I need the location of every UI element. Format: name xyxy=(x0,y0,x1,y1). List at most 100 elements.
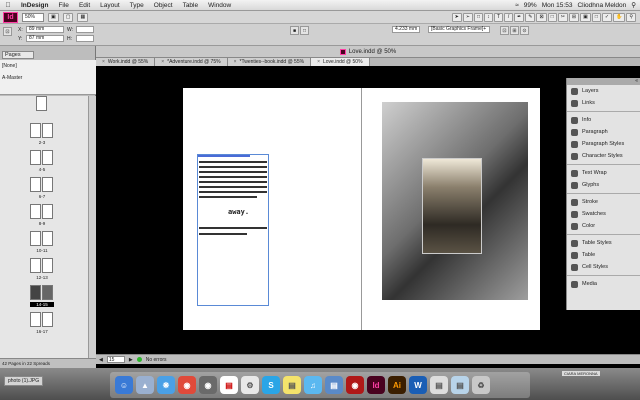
panel-collapse-icon[interactable]: « xyxy=(567,78,640,85)
panel-color[interactable]: Color xyxy=(567,220,640,232)
line-tool-icon[interactable]: / xyxy=(504,12,514,22)
menu-type[interactable]: Type xyxy=(125,2,149,9)
safari-icon[interactable]: ❋ xyxy=(157,376,175,394)
panel-glyphs[interactable]: Glyphs xyxy=(567,179,640,191)
close-tab-icon[interactable]: × xyxy=(161,58,164,66)
type-tool-icon[interactable]: T xyxy=(494,12,504,22)
preview-icon[interactable]: ▤ xyxy=(325,376,343,394)
panel-layers[interactable]: Layers xyxy=(567,85,640,97)
trash-icon[interactable]: ♻ xyxy=(472,376,490,394)
menu-table[interactable]: Table xyxy=(178,2,204,9)
close-tab-icon[interactable]: × xyxy=(317,58,320,66)
chrome-icon[interactable]: ◉ xyxy=(178,376,196,394)
spread-thumbnail[interactable]: 12-13 xyxy=(30,258,60,280)
zoom-tool-icon[interactable]: ⚲ xyxy=(626,12,636,22)
width-field[interactable] xyxy=(76,26,94,33)
panel-swatches[interactable]: Swatches xyxy=(567,208,640,220)
pen-tool-icon[interactable]: ✒ xyxy=(514,12,525,22)
notes-icon[interactable]: ▤ xyxy=(283,376,301,394)
spread-thumbnail[interactable]: 4-5 xyxy=(30,150,60,172)
indesign-dock-icon[interactable]: Id xyxy=(367,376,385,394)
stroke-swatch-icon[interactable]: □ xyxy=(300,26,309,35)
stroke-weight-field[interactable]: 4.233 mm xyxy=(392,26,420,33)
prev-page-icon[interactable]: ◀ xyxy=(99,357,103,363)
documents-stack-icon[interactable]: ▤ xyxy=(451,376,469,394)
panel-paragraph-styles[interactable]: Paragraph Styles xyxy=(567,138,640,150)
object-style-select[interactable]: [Basic Graphics Frame]+ xyxy=(428,26,490,33)
menu-window[interactable]: Window xyxy=(203,2,236,9)
menu-object[interactable]: Object xyxy=(149,2,178,9)
spread-thumbnail[interactable]: 16-17 xyxy=(30,312,60,334)
text-frame[interactable]: away. xyxy=(197,154,269,306)
left-page[interactable]: away. xyxy=(183,88,361,330)
photo-booth-icon[interactable]: ◉ xyxy=(199,376,217,394)
panel-links[interactable]: Links xyxy=(567,97,640,109)
direct-selection-tool-icon[interactable]: ➢ xyxy=(462,12,473,22)
height-field[interactable] xyxy=(76,35,94,42)
page-number-field[interactable]: 15 xyxy=(106,356,125,363)
fit-content-icon[interactable]: ⊡ xyxy=(500,26,509,35)
fit-frame-icon[interactable]: ⊞ xyxy=(510,26,519,35)
inset-photo[interactable] xyxy=(422,158,482,254)
center-content-icon[interactable]: ⊙ xyxy=(520,26,529,35)
close-tab-icon[interactable]: × xyxy=(102,58,105,66)
panel-text-wrap[interactable]: Text Wrap xyxy=(567,167,640,179)
zoom-field[interactable]: 50% xyxy=(22,12,44,22)
next-page-icon[interactable]: ▶ xyxy=(129,357,133,363)
panel-paragraph[interactable]: Paragraph xyxy=(567,126,640,138)
y-position-field[interactable]: 87 mm xyxy=(26,35,64,42)
master-none[interactable]: [None] xyxy=(0,60,96,72)
panel-table[interactable]: Table xyxy=(567,249,640,261)
menu-app-name[interactable]: InDesign xyxy=(16,2,53,9)
right-page[interactable] xyxy=(362,88,540,330)
selection-tool-icon[interactable]: ➤ xyxy=(451,12,462,22)
tab-twenties-book[interactable]: × *Twenties--book.indd @ 55% xyxy=(227,58,312,66)
document-canvas[interactable]: away. xyxy=(96,66,561,360)
apple-icon[interactable]:  xyxy=(0,2,16,9)
finder-icon[interactable]: ☺ xyxy=(115,376,133,394)
pencil-tool-icon[interactable]: ✎ xyxy=(525,12,536,22)
rectangle-frame-tool-icon[interactable]: ⊠ xyxy=(536,12,547,22)
calendar-icon[interactable]: ▤ xyxy=(220,376,238,394)
spread-thumbnail[interactable]: 6-7 xyxy=(30,177,60,199)
gap-tool-icon[interactable]: ↕ xyxy=(484,12,494,22)
menu-edit[interactable]: Edit xyxy=(74,2,95,9)
battery-label[interactable]: 99% xyxy=(524,2,537,9)
desktop-file-label[interactable]: photo (1).JPG xyxy=(4,376,44,386)
panel-media[interactable]: Media xyxy=(567,278,640,290)
panel-table-styles[interactable]: Table Styles xyxy=(567,237,640,249)
arrange-documents-button[interactable]: ▦ xyxy=(77,12,89,22)
user-label[interactable]: Cliodhna Meldon xyxy=(577,2,626,9)
panel-info[interactable]: Info xyxy=(567,114,640,126)
spread-thumbnail[interactable]: 8-9 xyxy=(30,204,60,226)
note-tool-icon[interactable]: □ xyxy=(591,12,601,22)
spread-thumbnail[interactable]: 10-11 xyxy=(30,231,60,253)
reference-point-icon[interactable]: ⊡ xyxy=(3,27,12,36)
skype-icon[interactable]: S xyxy=(262,376,280,394)
pages-panel-tab[interactable]: Pages xyxy=(2,51,34,59)
tab-adventure[interactable]: × *Adventure.indd @ 75% xyxy=(155,58,228,66)
menu-file[interactable]: File xyxy=(53,2,73,9)
system-preferences-icon[interactable]: ⚙ xyxy=(241,376,259,394)
itunes-icon[interactable]: ♫ xyxy=(304,376,322,394)
eyedropper-tool-icon[interactable]: ✓ xyxy=(601,12,613,22)
spread-thumbnail-1[interactable] xyxy=(30,96,60,113)
spread-thumbnail[interactable]: 2-3 xyxy=(30,123,60,145)
panel-stroke[interactable]: Stroke xyxy=(567,196,640,208)
spread-thumbnail-selected[interactable]: 14-15 xyxy=(30,285,60,307)
gradient-tool-icon[interactable]: ▣ xyxy=(580,12,591,22)
scissors-tool-icon[interactable]: ✂ xyxy=(557,12,568,22)
clock-label[interactable]: Mon 15:53 xyxy=(542,2,573,9)
pages-scrollbar[interactable] xyxy=(88,96,96,358)
preflight-status-text[interactable]: No errors xyxy=(146,357,167,363)
fill-swatch-icon[interactable]: ■ xyxy=(290,26,299,35)
tab-love[interactable]: × Love.indd @ 50% xyxy=(311,58,370,66)
close-tab-icon[interactable]: × xyxy=(234,58,237,66)
word-dock-icon[interactable]: W xyxy=(409,376,427,394)
launchpad-icon[interactable]: ▲ xyxy=(136,376,154,394)
transform-tool-icon[interactable]: ⊞ xyxy=(568,12,580,22)
illustrator-dock-icon[interactable]: Ai xyxy=(388,376,406,394)
menu-layout[interactable]: Layout xyxy=(95,2,125,9)
screen-mode-button[interactable]: ▢ xyxy=(62,12,74,22)
page-tool-icon[interactable]: □ xyxy=(473,12,484,22)
